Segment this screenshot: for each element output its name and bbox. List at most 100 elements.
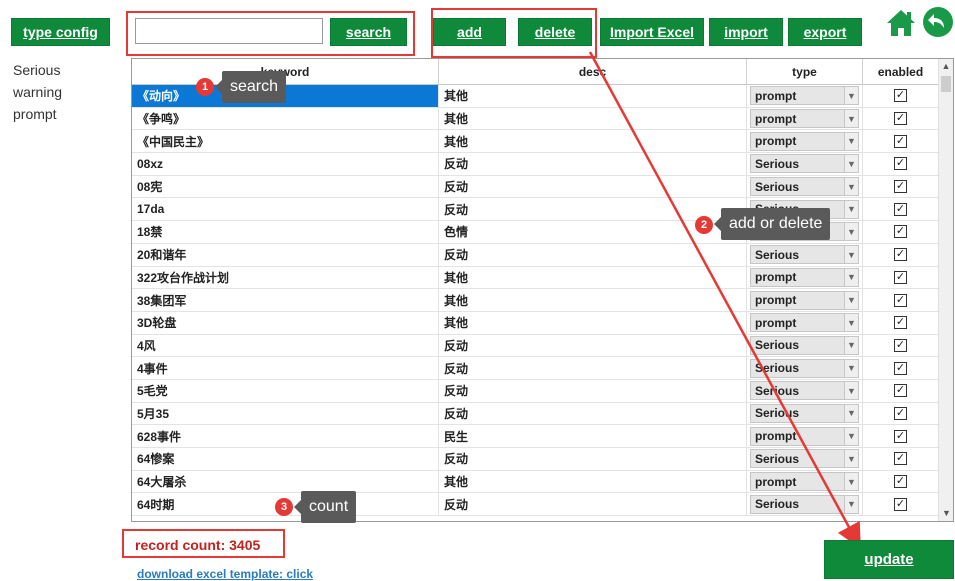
table-row[interactable]: 5毛党 反动 Serious ▼ ✓ (132, 379, 939, 403)
enabled-checkbox[interactable]: ✓ (894, 475, 907, 489)
home-icon[interactable] (885, 8, 917, 38)
enabled-checkbox[interactable]: ✓ (894, 384, 907, 398)
cell-desc[interactable]: 其他 (439, 289, 747, 311)
chevron-down-icon[interactable]: ▼ (844, 314, 858, 332)
cell-keyword[interactable]: 08xz (132, 153, 439, 175)
table-row[interactable]: 4事件 反动 Serious ▼ ✓ (132, 357, 939, 380)
cell-keyword[interactable]: 38集团军 (132, 289, 439, 311)
chevron-down-icon[interactable]: ▼ (844, 246, 858, 264)
vertical-scrollbar[interactable]: ▲ ▼ (938, 59, 953, 521)
enabled-checkbox[interactable]: ✓ (894, 112, 907, 126)
add-button[interactable]: add (433, 18, 506, 46)
chevron-down-icon[interactable]: ▼ (844, 450, 858, 468)
type-select[interactable]: prompt ▼ (750, 109, 859, 129)
chevron-down-icon[interactable]: ▼ (844, 155, 858, 173)
cell-keyword[interactable]: 18禁 (132, 221, 439, 243)
enabled-checkbox[interactable]: ✓ (894, 157, 907, 171)
cell-desc[interactable]: 其他 (439, 470, 747, 493)
cell-keyword[interactable]: 08宪 (132, 175, 439, 198)
type-select[interactable]: Serious ▼ (750, 449, 859, 469)
chevron-down-icon[interactable]: ▼ (844, 268, 858, 286)
cell-keyword[interactable]: 《中国民主》 (132, 130, 439, 153)
cell-desc[interactable]: 反动 (439, 448, 747, 470)
cell-desc[interactable]: 民生 (439, 425, 747, 447)
enabled-checkbox[interactable]: ✓ (894, 180, 907, 194)
cell-keyword[interactable]: 3D轮盘 (132, 311, 439, 334)
download-template-link[interactable]: download excel template: click (137, 567, 313, 581)
table-row[interactable]: 08xz 反动 Serious ▼ ✓ (132, 153, 939, 176)
update-button[interactable]: update (824, 540, 954, 579)
type-select[interactable]: prompt ▼ (750, 472, 859, 492)
table-row[interactable]: 4风 反动 Serious ▼ ✓ (132, 334, 939, 358)
export-button[interactable]: export (788, 18, 862, 46)
cell-desc[interactable]: 反动 (439, 379, 747, 402)
enabled-checkbox[interactable]: ✓ (894, 134, 907, 148)
enabled-checkbox[interactable]: ✓ (894, 338, 907, 352)
chevron-down-icon[interactable]: ▼ (844, 336, 858, 354)
table-row[interactable]: 628事件 民生 prompt ▼ ✓ (132, 425, 939, 448)
enabled-checkbox[interactable]: ✓ (894, 225, 907, 239)
cell-keyword[interactable]: 20和谐年 (132, 243, 439, 266)
table-row[interactable]: 20和谐年 反动 Serious ▼ ✓ (132, 243, 939, 267)
cell-desc[interactable]: 其他 (439, 130, 747, 153)
chevron-down-icon[interactable]: ▼ (844, 382, 858, 400)
scroll-down-icon[interactable]: ▼ (939, 506, 953, 521)
type-select[interactable]: Serious ▼ (750, 177, 859, 197)
chevron-down-icon[interactable]: ▼ (844, 291, 858, 309)
table-row[interactable]: 3D轮盘 其他 prompt ▼ ✓ (132, 311, 939, 335)
cell-keyword[interactable]: 64大屠杀 (132, 470, 439, 493)
type-select[interactable]: prompt ▼ (750, 86, 859, 106)
table-row[interactable]: 64时期 反动 Serious ▼ ✓ (132, 493, 939, 517)
enabled-checkbox[interactable]: ✓ (894, 270, 907, 284)
column-header-enabled[interactable]: enabled (863, 59, 939, 85)
type-select[interactable]: Serious ▼ (750, 358, 859, 378)
search-input[interactable] (135, 18, 323, 44)
cell-keyword[interactable]: 4事件 (132, 357, 439, 379)
type-config-button[interactable]: type config (11, 18, 110, 46)
type-item-serious[interactable]: Serious (13, 59, 62, 81)
enabled-checkbox[interactable]: ✓ (894, 316, 907, 330)
table-row[interactable]: 《中国民主》 其他 prompt ▼ ✓ (132, 130, 939, 154)
type-item-warning[interactable]: warning (13, 81, 62, 103)
chevron-down-icon[interactable]: ▼ (844, 473, 858, 491)
cell-desc[interactable]: 其他 (439, 266, 747, 289)
table-row[interactable]: 64大屠杀 其他 prompt ▼ ✓ (132, 470, 939, 494)
enabled-checkbox[interactable]: ✓ (894, 89, 907, 103)
cell-desc[interactable]: 反动 (439, 334, 747, 357)
cell-desc[interactable]: 其他 (439, 85, 747, 107)
cell-desc[interactable]: 其他 (439, 311, 747, 334)
type-select[interactable]: prompt ▼ (750, 267, 859, 287)
cell-desc[interactable]: 反动 (439, 493, 747, 516)
type-select[interactable]: prompt ▼ (750, 131, 859, 151)
import-excel-button[interactable]: Import Excel (600, 18, 704, 46)
type-item-prompt[interactable]: prompt (13, 103, 62, 125)
type-select[interactable]: prompt ▼ (750, 290, 859, 310)
chevron-down-icon[interactable]: ▼ (844, 132, 858, 150)
table-row[interactable]: 《争鸣》 其他 prompt ▼ ✓ (132, 107, 939, 131)
enabled-checkbox[interactable]: ✓ (894, 497, 907, 511)
table-row[interactable]: 5月35 反动 Serious ▼ ✓ (132, 402, 939, 426)
type-select[interactable]: Serious ▼ (750, 245, 859, 265)
cell-keyword[interactable]: 322攻台作战计划 (132, 266, 439, 289)
cell-keyword[interactable]: 64惨案 (132, 448, 439, 470)
type-select[interactable]: Serious ▼ (750, 403, 859, 423)
chevron-down-icon[interactable]: ▼ (844, 359, 858, 377)
import-button[interactable]: import (709, 18, 783, 46)
enabled-checkbox[interactable]: ✓ (894, 429, 907, 443)
enabled-checkbox[interactable]: ✓ (894, 406, 907, 420)
table-row[interactable]: 08宪 反动 Serious ▼ ✓ (132, 175, 939, 199)
table-row[interactable]: 322攻台作战计划 其他 prompt ▼ ✓ (132, 266, 939, 290)
cell-desc[interactable]: 反动 (439, 243, 747, 266)
type-select[interactable]: Serious ▼ (750, 381, 859, 401)
chevron-down-icon[interactable]: ▼ (844, 223, 858, 241)
cell-desc[interactable]: 反动 (439, 175, 747, 198)
cell-desc[interactable]: 反动 (439, 153, 747, 175)
type-select[interactable]: Serious ▼ (750, 154, 859, 174)
type-select[interactable]: Serious ▼ (750, 335, 859, 355)
chevron-down-icon[interactable]: ▼ (844, 404, 858, 422)
chevron-down-icon[interactable]: ▼ (844, 427, 858, 445)
chevron-down-icon[interactable]: ▼ (844, 200, 858, 218)
cell-desc[interactable]: 其他 (439, 107, 747, 130)
table-row[interactable]: 38集团军 其他 prompt ▼ ✓ (132, 289, 939, 312)
cell-keyword[interactable]: 《争鸣》 (132, 107, 439, 130)
